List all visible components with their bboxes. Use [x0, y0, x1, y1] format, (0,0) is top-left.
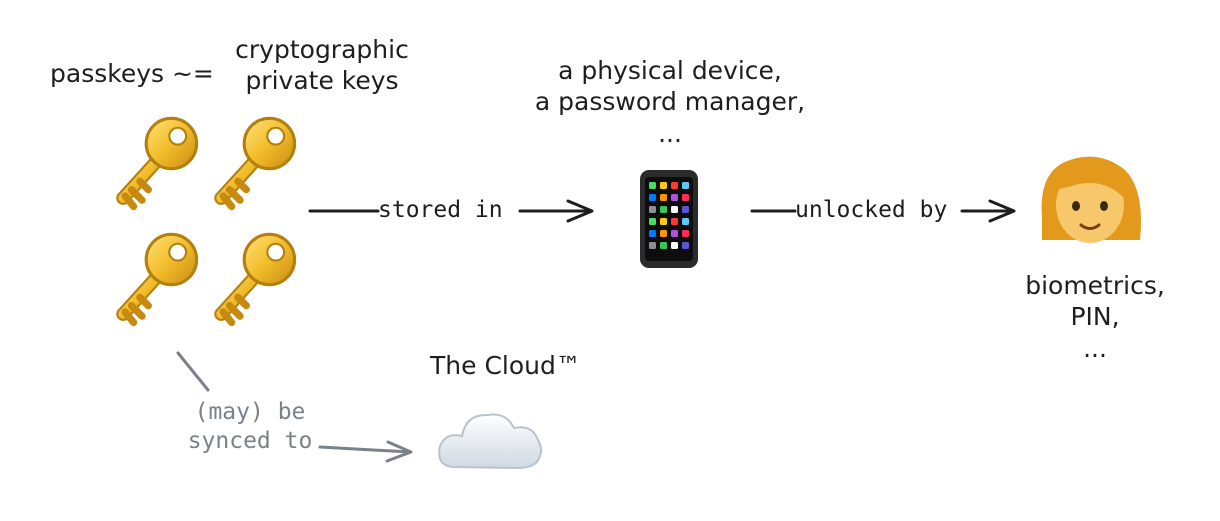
- phone-app-tile: [660, 206, 667, 213]
- phone-app-tile: [671, 206, 678, 213]
- phone-app-tile: [649, 242, 656, 249]
- phone-app-tile: [671, 182, 678, 189]
- woman-icon: [1041, 156, 1141, 243]
- key-icon: [123, 234, 197, 322]
- phone-app-tile: [682, 242, 689, 249]
- phone-app-tile: [682, 230, 689, 237]
- diagram-canvas: [0, 0, 1141, 470]
- phone-app-tile: [660, 242, 667, 249]
- phone-app-tile: [649, 194, 656, 201]
- key-icon: [221, 118, 295, 206]
- mobile-phone-icon: [640, 170, 698, 268]
- phone-app-tile: [660, 218, 667, 225]
- phone-app-tile: [649, 182, 656, 189]
- phone-app-tile: [682, 182, 689, 189]
- key-icon: [221, 234, 295, 322]
- phone-app-tile: [682, 218, 689, 225]
- phone-app-tile: [671, 242, 678, 249]
- phone-app-tile: [660, 182, 667, 189]
- phone-app-tile: [649, 230, 656, 237]
- phone-app-tile: [671, 218, 678, 225]
- arrow-synced-to: [176, 351, 413, 463]
- arrow-stored-in: [308, 199, 594, 223]
- phone-app-tile: [649, 218, 656, 225]
- phone-app-tile: [671, 194, 678, 201]
- phone-app-tile: [660, 194, 667, 201]
- arrow-unlocked-by: [750, 199, 1016, 223]
- phone-app-tile: [649, 206, 656, 213]
- phone-app-tile: [682, 206, 689, 213]
- phone-app-tile: [660, 230, 667, 237]
- key-icon: [123, 118, 197, 206]
- cloud-icon: [438, 413, 542, 470]
- phone-app-tile: [671, 230, 678, 237]
- phone-app-tile: [682, 194, 689, 201]
